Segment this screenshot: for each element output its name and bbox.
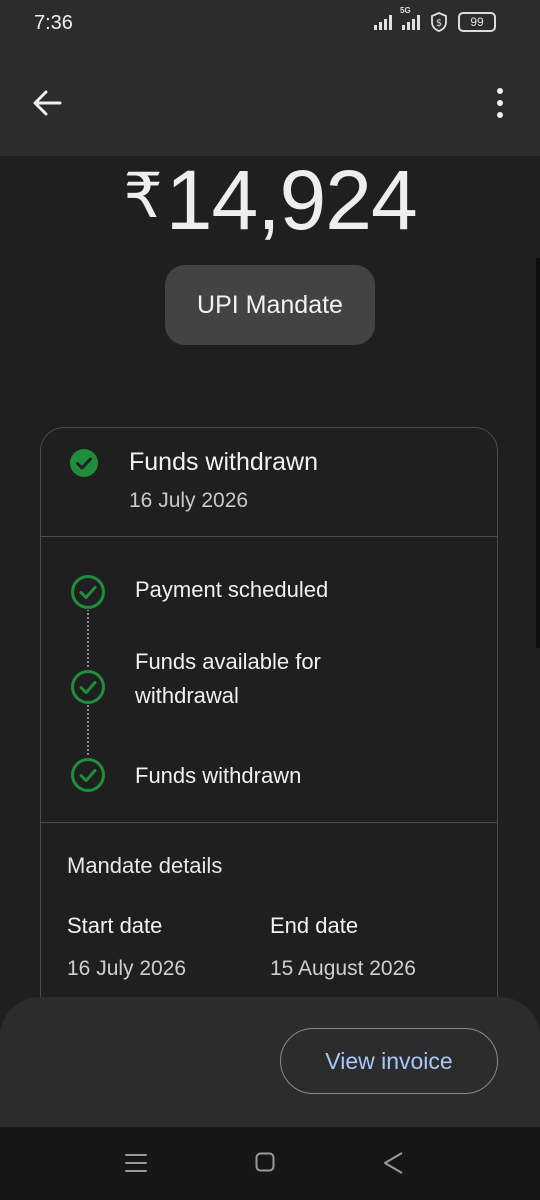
- start-date-group: Start date 16 July 2026: [67, 913, 186, 981]
- scrollbar[interactable]: [536, 258, 540, 648]
- check-circle-icon: [70, 449, 98, 477]
- status-icons: 5G $ 99: [374, 6, 496, 32]
- status-title: Funds withdrawn: [129, 448, 318, 476]
- timeline-step-withdrawn: Funds withdrawn: [135, 763, 302, 788]
- bottom-action-bar: View invoice: [0, 997, 540, 1127]
- back-triangle-icon[interactable]: [382, 1151, 404, 1175]
- start-date-label: Start date: [67, 913, 163, 938]
- check-circle-outline-icon: [70, 669, 106, 705]
- svg-text:$: $: [436, 18, 442, 29]
- status-date: 16 July 2026: [129, 489, 249, 512]
- battery-icon: 99: [458, 12, 496, 32]
- mandate-title: Mandate details: [67, 853, 223, 878]
- home-square-icon[interactable]: [255, 1152, 275, 1172]
- currency-symbol: ₹: [123, 162, 162, 231]
- payment-type-chip: UPI Mandate: [165, 265, 375, 345]
- mandate-details: Mandate details Start date 16 July 2026 …: [41, 823, 497, 1023]
- amount-display: ₹14,924: [0, 152, 540, 249]
- network-label: 5G: [400, 6, 411, 15]
- signal-5g-icon: 5G: [400, 6, 420, 30]
- check-circle-outline-icon: [70, 574, 106, 610]
- status-bar: 7:36 5G $ 99: [0, 0, 540, 50]
- status-summary: Funds withdrawn 16 July 2026: [41, 428, 497, 537]
- amount-value: 14,924: [165, 153, 418, 247]
- arrow-left-icon[interactable]: [30, 86, 64, 120]
- timeline-step-available: Funds available for withdrawal: [135, 649, 321, 708]
- app-bar: [0, 50, 540, 156]
- end-date-label: End date: [270, 913, 359, 938]
- end-date-group: End date 15 August 2026: [270, 913, 416, 981]
- end-date-value: 15 August 2026: [270, 957, 416, 980]
- status-time: 7:36: [34, 12, 73, 34]
- view-invoice-button[interactable]: View invoice: [280, 1028, 498, 1094]
- transaction-card: Funds withdrawn 16 July 2026 Payment sch…: [40, 427, 498, 1027]
- signal-icon: [374, 14, 392, 30]
- more-vertical-icon[interactable]: [490, 86, 510, 120]
- timeline: Payment scheduled Funds available for wi…: [41, 537, 497, 823]
- shield-dollar-icon: $: [431, 12, 447, 32]
- menu-icon[interactable]: [124, 1151, 148, 1175]
- system-nav-bar: [0, 1127, 540, 1200]
- timeline-step-scheduled: Payment scheduled: [135, 577, 329, 602]
- start-date-value: 16 July 2026: [67, 957, 187, 980]
- check-circle-outline-icon: [70, 757, 106, 793]
